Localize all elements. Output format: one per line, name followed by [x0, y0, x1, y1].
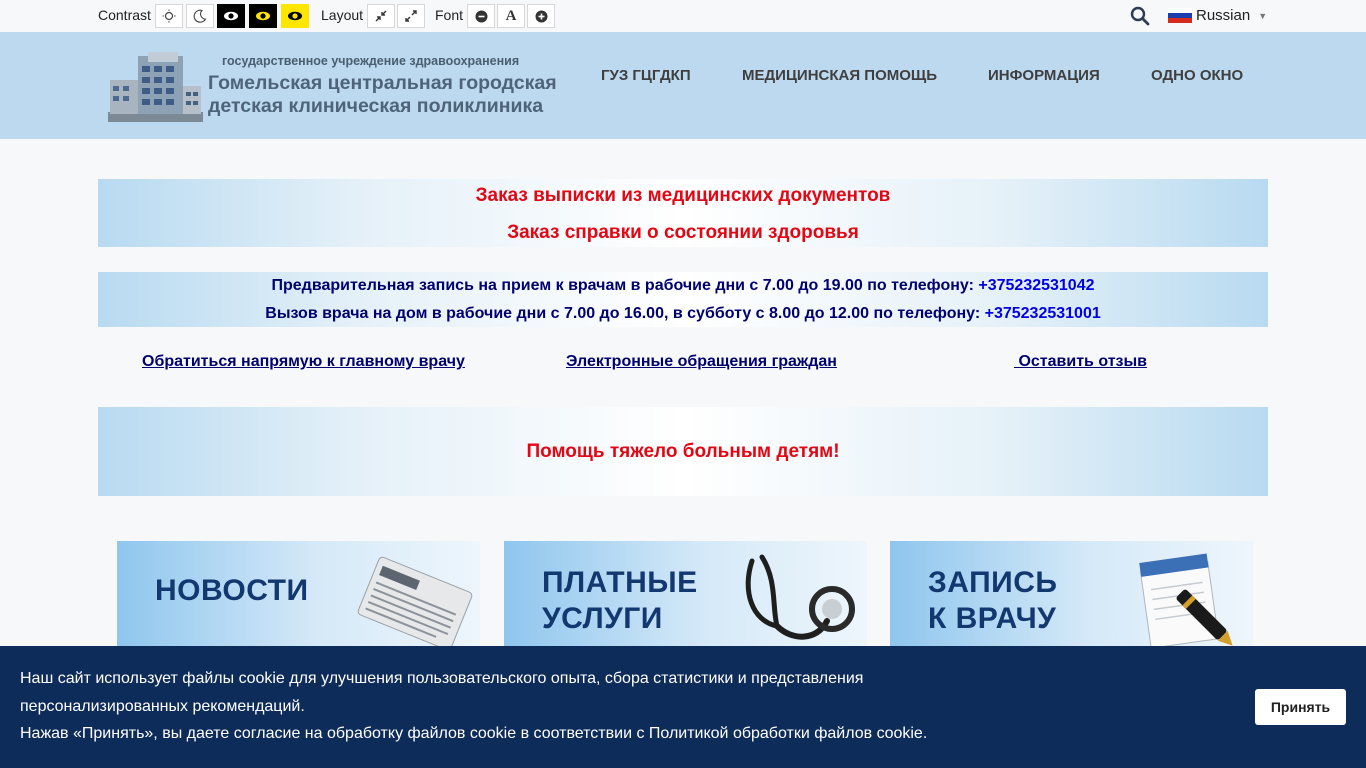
minus-circle-icon — [475, 10, 487, 22]
eye-icon — [224, 11, 238, 21]
expand-icon — [405, 10, 417, 22]
building-logo-icon[interactable] — [108, 50, 203, 122]
leave-feedback-link[interactable]: Оставить отзыв — [1014, 353, 1147, 371]
appointment-phone-link[interactable]: +375232531042 — [978, 277, 1094, 294]
layout-expand-button[interactable] — [397, 4, 425, 28]
news-tile[interactable]: НОВОСТИ — [117, 541, 480, 661]
contact-head-doctor-link[interactable]: Обратиться напрямую к главному врачу — [142, 353, 465, 371]
paid-services-line2: УСЛУГИ — [542, 602, 663, 635]
appointment-text: Предварительная запись на прием к врачам… — [271, 277, 974, 294]
font-decrease-button[interactable] — [467, 4, 495, 28]
home-visit-phone-link[interactable]: +375232531001 — [985, 305, 1101, 322]
contrast-label: Contrast — [98, 7, 151, 23]
language-label: Russian — [1196, 7, 1251, 24]
logo-title-line1: Гомельская центральная городская — [208, 72, 557, 94]
cookie-text-line3: Нажав «Принять», вы даете согласие на об… — [20, 725, 928, 742]
contrast-light-button[interactable] — [155, 4, 183, 28]
help-children-link[interactable]: Помощь тяжело больным детям! — [98, 441, 1268, 463]
language-selector[interactable]: Russian ▼ — [1168, 7, 1267, 24]
documents-order-banner: Заказ выписки из медицинских документов … — [98, 179, 1268, 247]
site-header: государственное учреждение здравоохранен… — [0, 32, 1366, 139]
appointment-tile-line2: К ВРАЧУ — [928, 602, 1057, 635]
logo-title[interactable]: Гомельская центральная городская детская… — [208, 72, 557, 118]
contrast-yellow-black-button[interactable] — [281, 4, 309, 28]
compress-icon — [375, 10, 387, 22]
nav-item-guz[interactable]: ГУЗ ГЦГДКП — [601, 67, 691, 84]
layout-label: Layout — [321, 7, 364, 23]
home-visit-line: Вызов врача на дом в рабочие дни с 7.00 … — [98, 305, 1268, 323]
paid-services-line1: ПЛАТНЫЕ — [542, 566, 698, 599]
paid-services-tile[interactable]: ПЛАТНЫЕ УСЛУГИ — [504, 541, 867, 661]
plus-circle-icon — [535, 10, 547, 22]
cookie-text-line2: персонализированных рекомендаций. — [20, 698, 305, 715]
order-certificate-link[interactable]: Заказ справки о состоянии здоровья — [98, 222, 1268, 244]
font-a-icon: A — [505, 7, 517, 24]
cookie-accept-button[interactable]: Принять — [1255, 689, 1346, 725]
contrast-dark-button[interactable] — [186, 4, 214, 28]
cookie-text-line1: Наш сайт использует файлы cookie для улу… — [20, 670, 864, 687]
search-icon[interactable] — [1130, 6, 1150, 26]
eye-icon — [256, 11, 270, 21]
appointment-tile-line1: ЗАПИСЬ — [928, 566, 1058, 599]
eye-icon — [288, 11, 302, 21]
help-children-banner: Помощь тяжело больным детям! — [98, 407, 1268, 496]
nav-item-one-window[interactable]: ОДНО ОКНО — [1151, 67, 1243, 84]
russia-flag-icon — [1168, 7, 1192, 24]
font-label: Font — [435, 7, 464, 23]
paid-services-title: ПЛАТНЫЕ УСЛУГИ — [542, 565, 698, 637]
accessibility-bar: Contrast Layout Font A Russian ▼ — [0, 0, 1366, 32]
nav-item-medical-help[interactable]: МЕДИЦИНСКАЯ ПОМОЩЬ — [742, 67, 937, 84]
appointment-info-banner: Предварительная запись на прием к врачам… — [98, 272, 1268, 327]
e-appeals-link[interactable]: Электронные обращения граждан — [566, 353, 837, 371]
contrast-black-yellow-button[interactable] — [249, 4, 277, 28]
notepad-pen-icon — [1139, 553, 1233, 649]
news-tile-title: НОВОСТИ — [155, 574, 309, 607]
stethoscope-icon — [745, 554, 855, 640]
logo-subtitle: государственное учреждение здравоохранен… — [222, 54, 520, 68]
appointment-line: Предварительная запись на прием к врачам… — [98, 277, 1268, 295]
moon-icon — [193, 9, 207, 23]
newspaper-icon — [357, 556, 473, 651]
appointment-tile-title: ЗАПИСЬ К ВРАЧУ — [928, 565, 1057, 637]
layout-compress-button[interactable] — [367, 4, 395, 28]
font-reset-button[interactable]: A — [497, 4, 525, 28]
font-increase-button[interactable] — [527, 4, 555, 28]
cookie-banner: Наш сайт использует файлы cookie для улу… — [0, 646, 1366, 768]
home-visit-text: Вызов врача на дом в рабочие дни с 7.00 … — [265, 305, 981, 322]
sun-icon — [162, 9, 176, 23]
chevron-down-icon: ▼ — [1258, 10, 1268, 21]
order-extract-link[interactable]: Заказ выписки из медицинских документов — [98, 185, 1268, 207]
contrast-black-white-button[interactable] — [217, 4, 245, 28]
logo-title-line2: детская клиническая поликлиника — [208, 95, 544, 117]
appointment-tile[interactable]: ЗАПИСЬ К ВРАЧУ — [890, 541, 1253, 661]
nav-item-information[interactable]: ИНФОРМАЦИЯ — [988, 67, 1100, 84]
